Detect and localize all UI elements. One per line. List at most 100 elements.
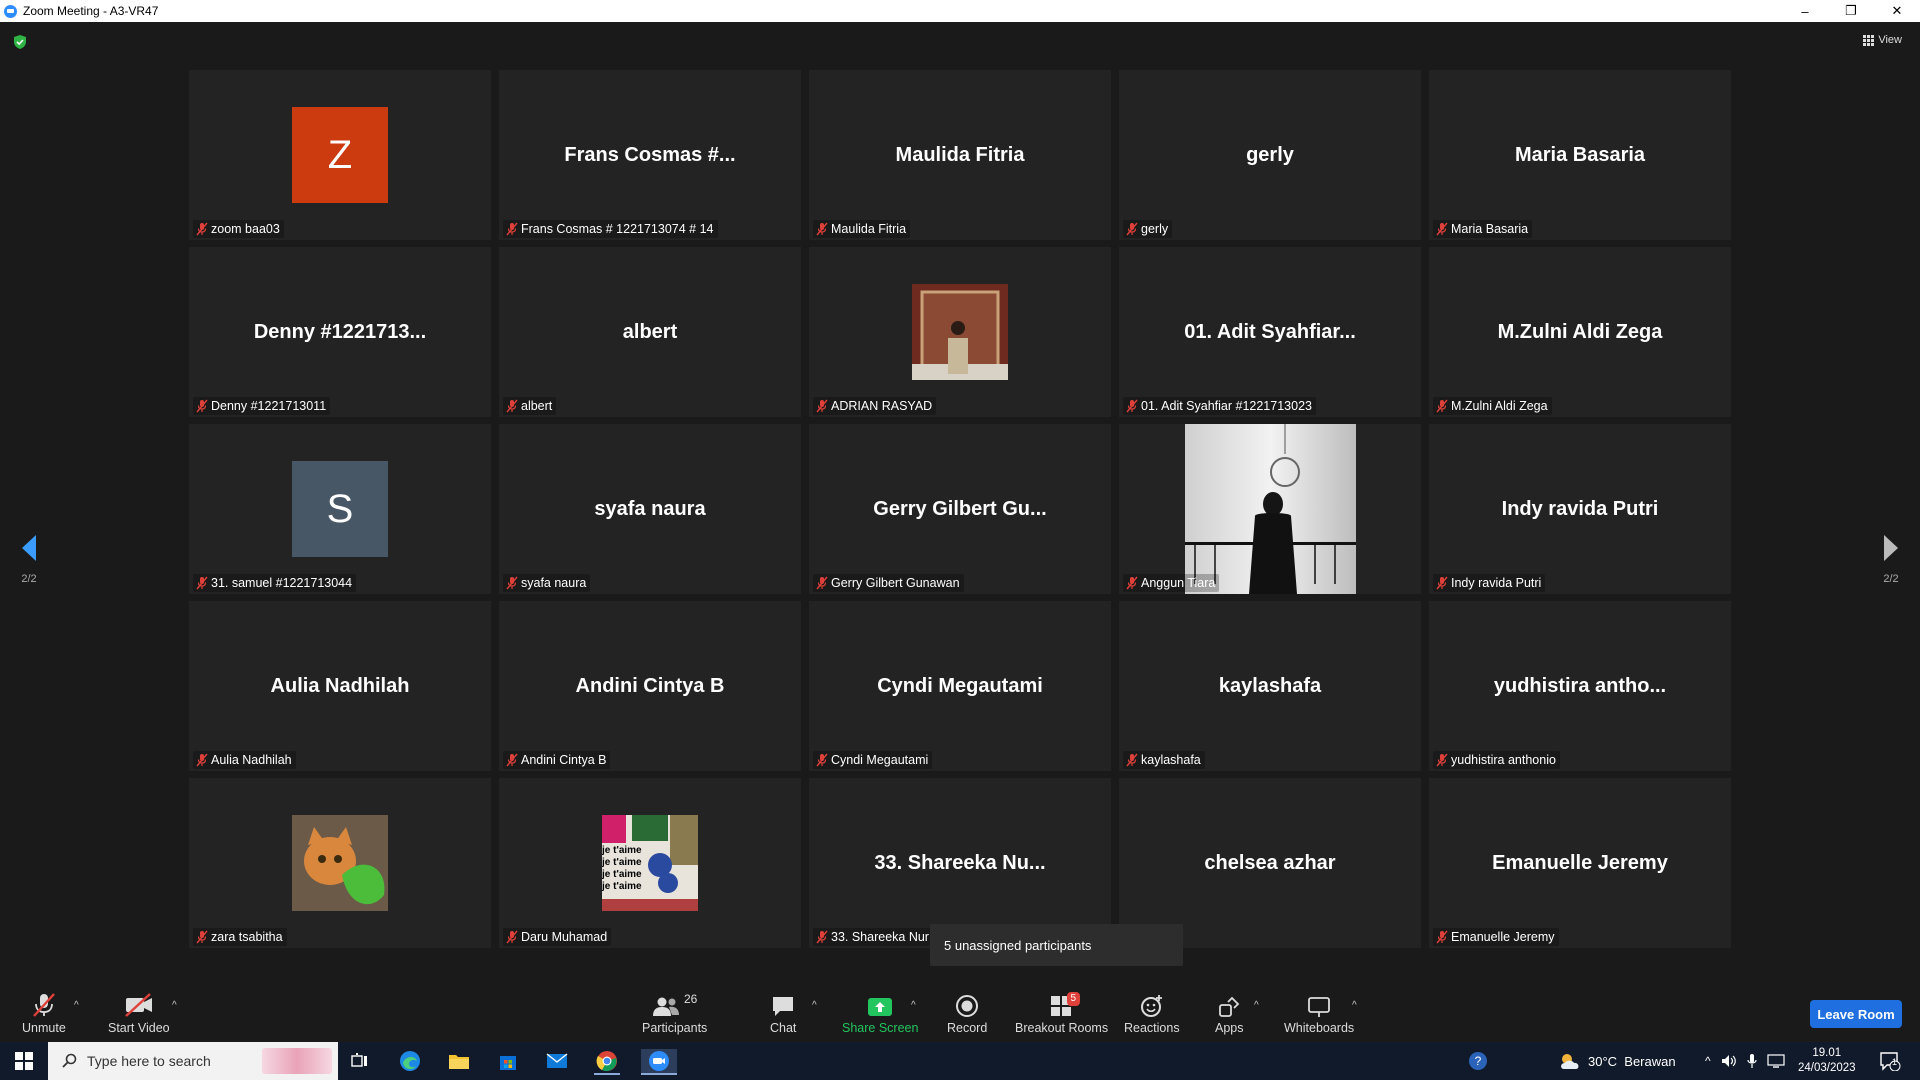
participant-tile[interactable]: 33. Shareeka Nu... 33. Shareeka Nur [809,778,1111,948]
mail-icon[interactable] [544,1049,570,1073]
participant-tile[interactable]: je t'aime je t'aime je t'aime je t'aime Dar… [499,778,801,948]
reactions-button[interactable]: Reactions [1124,992,1180,1035]
participant-name-tag: yudhistira anthonio [1433,751,1560,769]
participant-tile[interactable]: Z zoom baa03 [189,70,491,240]
share-screen-button[interactable]: Share Screen [842,992,918,1035]
video-off-icon [125,993,152,1017]
start-video-button[interactable]: Start Video [108,992,170,1035]
participant-caption: Indy ravida Putri [1451,576,1542,590]
participant-tile[interactable]: Gerry Gilbert Gu... Gerry Gilbert Gunawa… [809,424,1111,594]
muted-mic-icon [1436,930,1448,944]
edge-browser-icon[interactable] [397,1049,423,1073]
muted-mic-icon [196,399,208,413]
participant-tile[interactable]: zara tsabitha [189,778,491,948]
participant-tile[interactable]: Frans Cosmas #... Frans Cosmas # 1221713… [499,70,801,240]
volume-icon[interactable] [1721,1054,1737,1068]
participant-name-tag: Daru Muhamad [503,928,612,946]
reactions-icon [1140,995,1162,1017]
microsoft-store-icon[interactable] [495,1049,521,1073]
muted-mic-icon [1126,222,1138,236]
participant-name-tag: Cyndi Megautami [813,751,933,769]
participant-tile[interactable]: Maria Basaria Maria Basaria [1429,70,1731,240]
whiteboards-options-chevron-icon[interactable]: ^ [1352,1000,1357,1011]
participant-tile[interactable]: chelsea azhar azhar [1119,778,1421,948]
chevron-left-icon [22,535,36,561]
participant-tile[interactable]: Cyndi Megautami Cyndi Megautami [809,601,1111,771]
video-options-chevron-icon[interactable]: ^ [172,1000,177,1011]
participant-tile[interactable]: 01. Adit Syahfiar... 01. Adit Syahfiar #… [1119,247,1421,417]
leave-room-button[interactable]: Leave Room [1810,1000,1902,1028]
share-options-chevron-icon[interactable]: ^ [911,1000,916,1011]
view-button[interactable]: View [1863,34,1902,46]
unmute-button[interactable]: Unmute [22,992,66,1035]
chrome-icon[interactable] [594,1049,620,1075]
participant-name-tag: Maulida Fitria [813,220,911,238]
muted-mic-icon [33,993,55,1017]
task-view-icon[interactable] [347,1049,373,1073]
participant-caption: Aulia Nadhilah [211,753,292,767]
next-page-button[interactable]: 2/2 [1871,534,1911,585]
notification-center-icon[interactable]: 1 [1879,1042,1901,1080]
participant-tile[interactable]: gerly gerly [1119,70,1421,240]
whiteboards-button[interactable]: Whiteboards [1284,992,1354,1035]
windows-start-icon[interactable] [11,1049,37,1073]
collage-word: je t'aime [602,881,642,892]
muted-mic-icon [1126,753,1138,767]
participants-button[interactable]: 26 Participants [642,992,707,1035]
apps-button[interactable]: Apps [1215,992,1244,1035]
minimize-icon[interactable]: – [1782,0,1828,22]
microphone-icon[interactable] [1747,1053,1757,1069]
network-icon[interactable] [1767,1054,1785,1068]
participant-name-tag: Gerry Gilbert Gunawan [813,574,964,592]
participant-caption: M.Zulni Aldi Zega [1451,399,1548,413]
collage-word: je t'aime [602,869,642,880]
participant-tile[interactable]: ADRIAN RASYAD [809,247,1111,417]
tray-expand-chevron-icon[interactable]: ^ [1705,1054,1711,1068]
participant-name-tag: 33. Shareeka Nur [813,928,933,946]
file-explorer-icon[interactable] [446,1049,472,1073]
chat-button[interactable]: Chat [770,992,796,1035]
unmute-label: Unmute [22,1021,66,1035]
share-screen-label: Share Screen [842,1021,919,1035]
restore-icon[interactable]: ❐ [1828,0,1874,22]
participant-tile[interactable]: Andini Cintya B Andini Cintya B [499,601,801,771]
participant-tile[interactable]: syafa naura syafa naura [499,424,801,594]
participant-caption: Maria Basaria [1451,222,1529,236]
zoom-taskbar-icon[interactable] [641,1049,677,1075]
participant-tile[interactable]: Anggun Tiara [1119,424,1421,594]
participant-tile[interactable]: yudhistira antho... yudhistira anthonio [1429,601,1731,771]
participant-tile[interactable]: M.Zulni Aldi Zega M.Zulni Aldi Zega [1429,247,1731,417]
close-icon[interactable]: ✕ [1874,0,1920,22]
participant-tile[interactable]: Emanuelle Jeremy Emanuelle Jeremy [1429,778,1731,948]
participant-tile[interactable]: albert albert [499,247,801,417]
weather-widget[interactable]: 30°C Berawan [1558,1042,1676,1080]
apps-options-chevron-icon[interactable]: ^ [1254,1000,1259,1011]
prev-page-button[interactable]: 2/2 [9,534,49,585]
participant-name-tag: Emanuelle Jeremy [1433,928,1559,946]
clock[interactable]: 19.01 24/03/2023 [1798,1042,1856,1080]
grid-view-icon [1863,34,1875,46]
participant-tile[interactable]: kaylashafa kaylashafa [1119,601,1421,771]
participant-tile[interactable]: Indy ravida Putri Indy ravida Putri [1429,424,1731,594]
record-button[interactable]: Record [947,992,987,1035]
audio-options-chevron-icon[interactable]: ^ [74,1000,79,1011]
window-titlebar: Zoom Meeting - A3-VR47 – ❐ ✕ [0,0,1920,22]
chat-options-chevron-icon[interactable]: ^ [812,1000,817,1011]
participant-tile[interactable]: S 31. samuel #1221713044 [189,424,491,594]
participant-tile[interactable]: Aulia Nadhilah Aulia Nadhilah [189,601,491,771]
participant-caption: ADRIAN RASYAD [831,399,933,413]
window-title: Zoom Meeting - A3-VR47 [23,4,159,18]
taskbar-search-box[interactable]: Type here to search [48,1042,338,1080]
participant-tile[interactable]: Maulida Fitria Maulida Fitria [809,70,1111,240]
shield-icon[interactable] [12,34,28,50]
muted-mic-icon [506,753,518,767]
participant-display-name: Aulia Nadhilah [270,675,410,697]
avatar: S [292,461,388,557]
muted-mic-icon [1436,753,1448,767]
breakout-rooms-button[interactable]: 5 Breakout Rooms [1015,992,1108,1035]
participant-caption: gerly [1141,222,1169,236]
participant-tile[interactable]: Denny #1221713... Denny #1221713011 [189,247,491,417]
participant-caption: Maulida Fitria [831,222,907,236]
muted-mic-icon [506,930,518,944]
help-tray-icon[interactable]: ? [1467,1042,1489,1080]
